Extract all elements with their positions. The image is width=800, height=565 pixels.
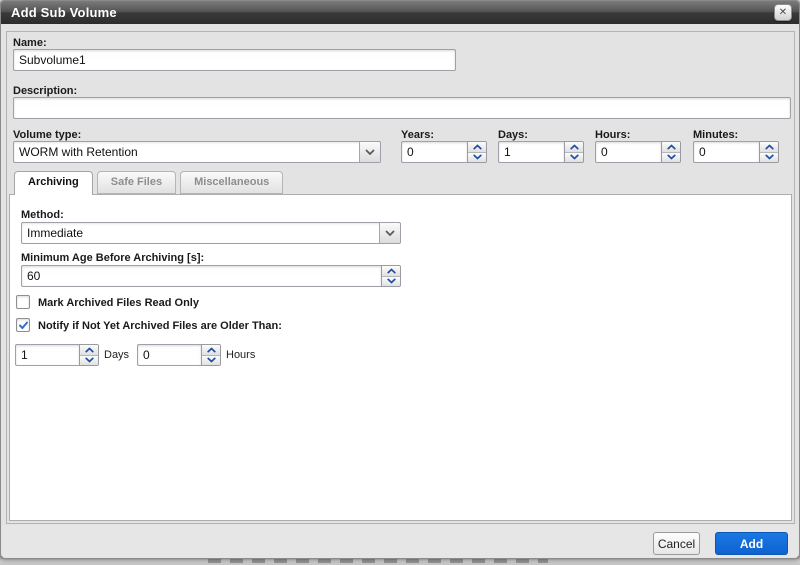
method-select[interactable]: Immediate xyxy=(21,222,401,244)
hours-spin-down-button[interactable] xyxy=(662,153,680,163)
method-value: Immediate xyxy=(22,226,379,240)
close-button[interactable]: ✕ xyxy=(774,4,792,21)
name-input[interactable] xyxy=(13,49,456,71)
years-label: Years: xyxy=(401,129,434,141)
hours-label: Hours: xyxy=(595,129,630,141)
notify-checkbox-label: Notify if Not Yet Archived Files are Old… xyxy=(38,320,282,332)
name-label: Name: xyxy=(13,37,47,49)
chevron-up-icon xyxy=(570,144,579,150)
description-input[interactable] xyxy=(13,97,791,119)
dialog-title: Add Sub Volume xyxy=(11,5,117,20)
add-sub-volume-dialog: Add Sub Volume ✕ Name: Description: Volu… xyxy=(0,0,800,558)
minutes-spin-down-button[interactable] xyxy=(760,153,778,163)
minutes-label: Minutes: xyxy=(693,129,738,141)
minutes-input[interactable] xyxy=(693,141,760,163)
chevron-up-icon xyxy=(473,144,482,150)
min-age-label: Minimum Age Before Archiving [s]: xyxy=(21,252,204,264)
chevron-up-icon xyxy=(765,144,774,150)
min-age-input[interactable] xyxy=(21,265,382,287)
days-spin-up-button[interactable] xyxy=(565,142,583,153)
screen: Add Sub Volume ✕ Name: Description: Volu… xyxy=(0,0,800,565)
min-age-spin-up-button[interactable] xyxy=(382,266,400,277)
check-icon xyxy=(18,320,29,331)
dialog-footer: Cancel Add xyxy=(2,525,798,558)
background-page-text-fragment xyxy=(208,559,548,563)
chevron-down-icon[interactable] xyxy=(379,223,400,243)
years-spinner[interactable] xyxy=(401,141,487,163)
tab-bar: Archiving Safe Files Miscellaneous xyxy=(14,171,283,195)
add-button[interactable]: Add xyxy=(715,532,788,555)
volume-type-select[interactable]: WORM with Retention xyxy=(13,141,381,163)
minutes-spin-up-button[interactable] xyxy=(760,142,778,153)
chevron-down-icon[interactable] xyxy=(359,142,380,162)
chevron-up-icon xyxy=(667,144,676,150)
chevron-down-icon xyxy=(207,357,216,363)
years-input[interactable] xyxy=(401,141,468,163)
chevron-down-icon xyxy=(387,278,396,284)
days-spinner[interactable] xyxy=(498,141,584,163)
notify-hours-spin-up-button[interactable] xyxy=(202,345,220,356)
days-spin-down-button[interactable] xyxy=(565,153,583,163)
chevron-down-icon xyxy=(570,154,579,160)
volume-type-value: WORM with Retention xyxy=(14,145,359,159)
min-age-spinner[interactable] xyxy=(21,265,401,287)
chevron-up-icon xyxy=(387,268,396,274)
tab-miscellaneous[interactable]: Miscellaneous xyxy=(180,171,283,194)
notify-checkbox[interactable] xyxy=(16,318,30,332)
notify-days-spin-down-button[interactable] xyxy=(80,356,98,366)
hours-input[interactable] xyxy=(595,141,662,163)
years-spin-down-button[interactable] xyxy=(468,153,486,163)
description-label: Description: xyxy=(13,85,77,97)
notify-days-input[interactable] xyxy=(15,344,80,366)
chevron-down-icon xyxy=(473,154,482,160)
notify-hours-spin-down-button[interactable] xyxy=(202,356,220,366)
notify-hours-unit-label: Hours xyxy=(226,349,255,361)
read-only-checkbox[interactable] xyxy=(16,295,30,309)
days-label: Days: xyxy=(498,129,528,141)
hours-spinner[interactable] xyxy=(595,141,681,163)
chevron-down-icon xyxy=(85,357,94,363)
cancel-button[interactable]: Cancel xyxy=(653,532,700,555)
notify-days-unit-label: Days xyxy=(104,349,129,361)
read-only-checkbox-label: Mark Archived Files Read Only xyxy=(38,297,199,309)
chevron-down-icon xyxy=(765,154,774,160)
close-icon: ✕ xyxy=(779,7,787,18)
tab-safe-files[interactable]: Safe Files xyxy=(97,171,176,194)
chevron-down-icon xyxy=(667,154,676,160)
notify-hours-spinner[interactable] xyxy=(137,344,221,366)
tab-archiving[interactable]: Archiving xyxy=(14,171,93,195)
chevron-up-icon xyxy=(207,347,216,353)
minutes-spinner[interactable] xyxy=(693,141,779,163)
years-spin-up-button[interactable] xyxy=(468,142,486,153)
notify-hours-input[interactable] xyxy=(137,344,202,366)
days-input[interactable] xyxy=(498,141,565,163)
hours-spin-up-button[interactable] xyxy=(662,142,680,153)
notify-days-spin-up-button[interactable] xyxy=(80,345,98,356)
dialog-titlebar[interactable]: Add Sub Volume xyxy=(1,1,799,24)
min-age-spin-down-button[interactable] xyxy=(382,277,400,287)
notify-days-spinner[interactable] xyxy=(15,344,99,366)
method-label: Method: xyxy=(21,209,64,221)
volume-type-label: Volume type: xyxy=(13,129,81,141)
chevron-up-icon xyxy=(85,347,94,353)
